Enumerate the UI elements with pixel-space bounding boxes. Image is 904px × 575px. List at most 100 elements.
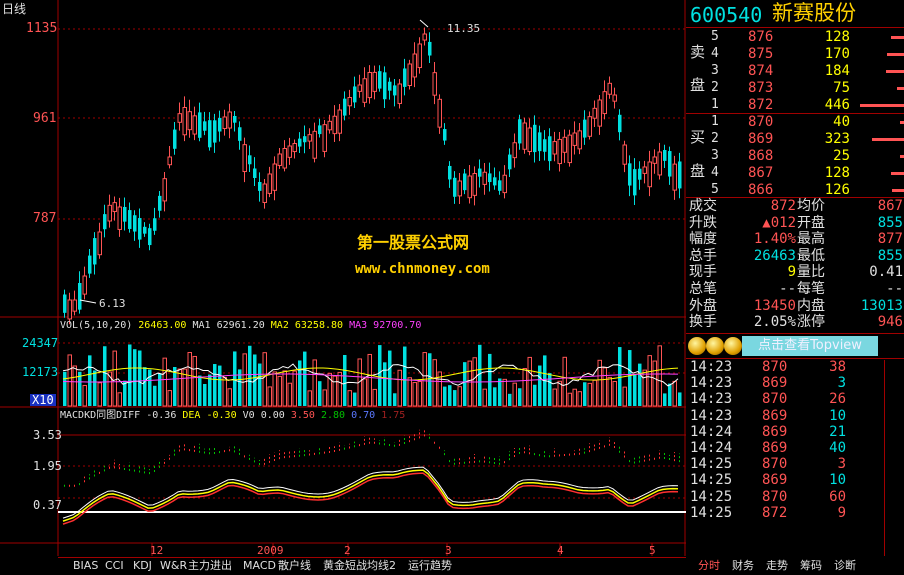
tab-golden-ma2[interactable]: 黄金短战均线2: [320, 558, 399, 574]
volume-bar: [642, 369, 647, 407]
volume-bar: [72, 365, 77, 407]
indicator-dot-3[interactable]: [724, 337, 742, 355]
tick-volume: 10: [829, 472, 846, 489]
sell-volume: 446: [824, 97, 850, 113]
candle: [388, 81, 392, 91]
tab-macd[interactable]: MACD: [240, 558, 279, 574]
candle: [242, 144, 247, 173]
tab-finance[interactable]: 财务: [732, 558, 754, 574]
macd-diff-value: -0.36: [146, 410, 177, 421]
sell-depth-bar: [897, 87, 904, 90]
candle: [67, 299, 72, 320]
volume-bar: [638, 363, 642, 406]
candle: [133, 215, 137, 232]
candle: [72, 299, 77, 312]
candle: [182, 107, 187, 136]
tick-time: 14:23: [690, 391, 733, 408]
tab-kdj[interactable]: KDJ: [130, 558, 155, 574]
buy-volume: 128: [824, 165, 850, 181]
volume-bar: [233, 351, 237, 406]
sell-price: 873: [748, 80, 774, 96]
tab-main-flow[interactable]: 主力进出: [185, 558, 235, 574]
candle: [78, 283, 82, 310]
topview-button[interactable]: 点击查看Topview: [742, 336, 878, 356]
buy-price: 868: [748, 148, 774, 164]
candle: [327, 120, 332, 131]
volume-bar: [457, 386, 462, 407]
volume-bar: [198, 375, 202, 406]
tab-cci[interactable]: CCI: [102, 558, 127, 574]
tab-trend[interactable]: 运行趋势: [405, 558, 455, 574]
stat-label-right: 最高: [797, 231, 825, 248]
sell-depth-bar: [860, 104, 904, 107]
candle: [457, 180, 462, 197]
tab-bias[interactable]: BIAS: [70, 558, 101, 574]
candle: [362, 78, 367, 103]
candle: [543, 139, 547, 152]
volume-bar: [167, 390, 172, 407]
tab-trend-chart[interactable]: 走势: [766, 558, 788, 574]
candle: [393, 85, 397, 96]
volume-bar: [622, 386, 627, 407]
tick-price: 870: [762, 488, 788, 505]
volume-bar: [138, 350, 142, 406]
kline-chart[interactable]: [0, 0, 686, 575]
volume-bar: [218, 365, 222, 406]
candle: [117, 206, 122, 230]
volume-bar: [607, 376, 612, 407]
volume-bar: [287, 382, 292, 407]
candle: [318, 125, 322, 135]
candle: [97, 231, 102, 256]
tab-diagnosis[interactable]: 诊断: [834, 558, 856, 574]
buy-price: 867: [748, 165, 774, 181]
volume-bar: [668, 383, 672, 406]
volume-bar: [557, 380, 562, 407]
indicator-dot-2[interactable]: [706, 337, 724, 355]
candle: [322, 124, 327, 152]
candle: [63, 294, 67, 313]
tick-price: 869: [762, 407, 788, 424]
candle: [417, 43, 422, 69]
volume-bar: [258, 363, 262, 406]
volume-bar: [362, 378, 367, 407]
tab-chips[interactable]: 筹码: [800, 558, 822, 574]
candle: [472, 173, 477, 196]
volume-bar: [548, 373, 552, 406]
stock-terminal: 日线 1135 961 787 11.35 6.13 第一股票公式网 www.c…: [0, 0, 904, 575]
vol-ma3-label: MA3: [349, 320, 368, 331]
macd-v4: 1.75: [381, 410, 406, 421]
volume-bar: [493, 387, 497, 406]
tab-intraday[interactable]: 分时: [698, 558, 720, 574]
volume-bar: [618, 347, 622, 406]
sell-level: 5: [711, 29, 719, 44]
sell-depth-bar: [887, 53, 904, 56]
stat-label-right: 量比: [797, 264, 825, 281]
tab-retail-line[interactable]: 散户线: [275, 558, 314, 574]
tick-time: 14:24: [690, 423, 733, 440]
candle: [138, 218, 142, 240]
candle: [332, 115, 337, 135]
volume-bar: [158, 373, 162, 406]
indicator-dot-1[interactable]: [688, 337, 706, 355]
buy-level: 2: [711, 131, 719, 146]
stat-label-left: 总笔: [689, 281, 717, 297]
candle: [533, 124, 537, 153]
candle: [652, 156, 657, 164]
x-axis-ticks: [151, 543, 653, 556]
candle: [292, 143, 297, 153]
watermark-title: 第一股票公式网: [357, 233, 470, 252]
stat-value-left: 13450: [753, 297, 796, 314]
vol-ma1-label: MA1: [192, 320, 211, 331]
tick-price: 870: [762, 391, 788, 408]
volume-tick-mid: 12173: [22, 365, 59, 379]
candle: [463, 173, 467, 191]
tick-scrollbar[interactable]: [884, 360, 893, 556]
volume-bar: [538, 365, 542, 406]
candle: [493, 177, 497, 186]
volume-bar: [428, 353, 432, 406]
volume-bar: [222, 376, 227, 407]
price-tick-high: 1135: [26, 21, 58, 36]
divider: [686, 333, 904, 334]
volume-bar: [397, 369, 402, 407]
period-label[interactable]: 日线: [2, 3, 26, 15]
